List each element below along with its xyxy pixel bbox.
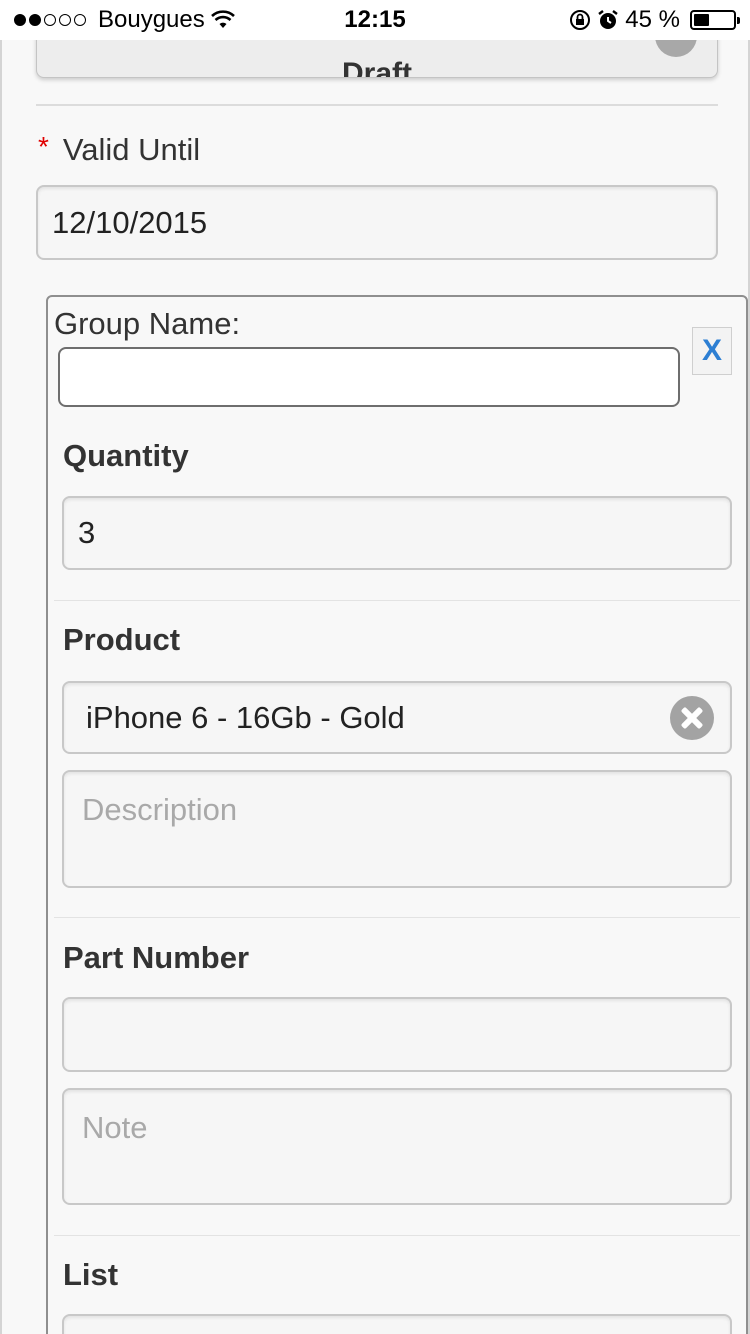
- form-page: Draft * Valid Until 12/10/2015 Group Nam…: [0, 0, 750, 1334]
- signal-dot: [14, 14, 26, 26]
- signal-dot: [44, 14, 56, 26]
- wifi-icon: [210, 10, 235, 28]
- status-select-value: Draft: [341, 57, 412, 78]
- carrier-name: Bouygues: [98, 6, 205, 33]
- part-number-input[interactable]: [62, 997, 732, 1072]
- rotation-lock-icon: [570, 10, 591, 30]
- signal-strength-icon: [14, 14, 86, 26]
- alarm-icon: [598, 10, 619, 29]
- quantity-label: Quantity: [63, 438, 189, 473]
- quantity-value: 3: [78, 515, 96, 550]
- part-number-label: Part Number: [63, 940, 250, 975]
- battery-percent: 45 %: [625, 6, 680, 33]
- battery-icon: [690, 10, 740, 30]
- group-name-input[interactable]: [58, 347, 680, 407]
- product-value: iPhone 6 - 16Gb - Gold: [86, 699, 405, 735]
- clear-icon[interactable]: [670, 696, 714, 740]
- note-placeholder: Note: [82, 1110, 148, 1145]
- status-bar: Bouygues 12:15 45 %: [0, 0, 750, 40]
- description-textarea[interactable]: Description: [62, 770, 732, 888]
- remove-group-button[interactable]: X: [692, 327, 732, 375]
- quantity-input[interactable]: 3: [62, 496, 732, 570]
- product-select[interactable]: iPhone 6 - 16Gb - Gold: [62, 681, 732, 754]
- group-name-label: Group Name:: [54, 306, 241, 341]
- required-marker: *: [38, 131, 49, 162]
- valid-until-value: 12/10/2015: [52, 204, 208, 240]
- section-divider: [54, 917, 740, 918]
- valid-until-label-text: Valid Until: [62, 132, 201, 167]
- valid-until-input[interactable]: 12/10/2015: [36, 185, 718, 260]
- signal-dot: [59, 14, 71, 26]
- signal-dot: [29, 14, 41, 26]
- divider: [36, 104, 718, 106]
- product-label: Product: [63, 622, 181, 657]
- valid-until-label: * Valid Until: [38, 132, 200, 168]
- section-divider: [54, 600, 740, 601]
- list-select[interactable]: [62, 1314, 732, 1334]
- section-divider: [54, 1235, 740, 1236]
- description-placeholder: Description: [82, 792, 238, 827]
- list-label: List: [63, 1257, 119, 1292]
- clock-time: 12:15: [344, 6, 406, 33]
- signal-dot: [74, 14, 86, 26]
- note-textarea[interactable]: Note: [62, 1088, 732, 1205]
